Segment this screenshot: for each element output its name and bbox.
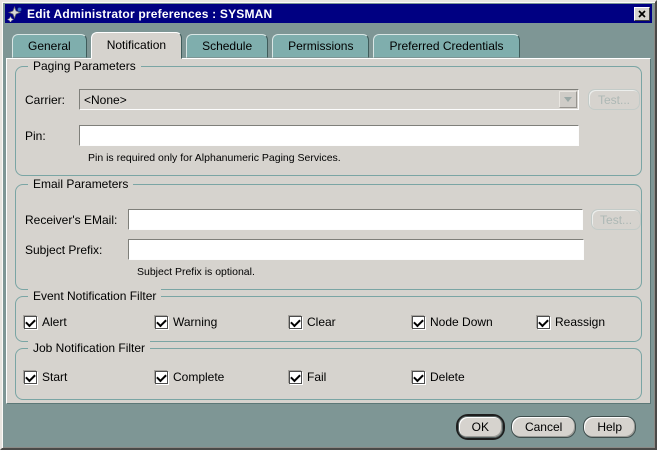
pin-row: Pin:: [16, 125, 641, 146]
checkbox-box-icon[interactable]: [412, 315, 425, 329]
checkbox-label: Delete: [430, 370, 465, 384]
tab-preferred-credentials[interactable]: Preferred Credentials: [373, 34, 520, 58]
checkbox-box-icon[interactable]: [289, 315, 302, 329]
checkbox-box-icon[interactable]: [24, 370, 37, 384]
checkbox-box-icon[interactable]: [155, 370, 168, 384]
carrier-select[interactable]: <None>: [79, 89, 579, 110]
checkbox-label: Node Down: [430, 315, 493, 329]
checkbox-label: Warning: [173, 315, 218, 329]
subject-prefix-input[interactable]: [128, 239, 584, 260]
tab-notification[interactable]: Notification: [90, 32, 183, 59]
carrier-selected-value: <None>: [84, 92, 127, 107]
job-filter-row: Start Complete Fail Delete: [16, 370, 641, 384]
subject-prefix-row: Subject Prefix:: [16, 239, 641, 260]
checkbox-box-icon[interactable]: [155, 315, 168, 329]
titlebar[interactable]: Edit Administrator preferences : SYSMAN: [5, 4, 652, 23]
tab-content-panel: Paging Parameters Carrier: <None> Test..…: [6, 58, 651, 404]
event-notification-filter-group: Event Notification Filter Alert Warning …: [15, 289, 642, 342]
button-bar: OK Cancel Help: [2, 404, 655, 448]
checkbox-reassign[interactable]: Reassign: [537, 315, 605, 329]
receiver-email-label: Receiver's EMail:: [25, 212, 118, 227]
checkbox-box-icon[interactable]: [24, 315, 37, 329]
checkbox-label: Fail: [307, 370, 327, 384]
checkbox-box-icon[interactable]: [289, 370, 302, 384]
tab-general[interactable]: General: [12, 34, 87, 58]
window-title: Edit Administrator preferences : SYSMAN: [27, 6, 273, 21]
carrier-row: Carrier: <None> Test...: [16, 89, 641, 110]
tab-bar: General Notification Schedule Permission…: [2, 23, 655, 59]
paging-parameters-group: Paging Parameters Carrier: <None> Test..…: [15, 59, 642, 176]
app-icon: [6, 5, 23, 23]
ok-button[interactable]: OK: [457, 416, 503, 438]
checkbox-label: Alert: [42, 315, 67, 329]
carrier-label: Carrier:: [25, 92, 66, 107]
checkbox-box-icon[interactable]: [537, 315, 550, 329]
checkbox-box-icon[interactable]: [412, 370, 425, 384]
checkbox-warning[interactable]: Warning: [155, 315, 289, 329]
pin-note: Pin is required only for Alphanumeric Pa…: [88, 152, 341, 164]
cancel-button[interactable]: Cancel: [510, 416, 577, 438]
close-icon: [638, 9, 646, 18]
event-filter-row: Alert Warning Clear Node Down Reassign: [16, 315, 641, 329]
subject-prefix-note: Subject Prefix is optional.: [137, 266, 255, 278]
checkbox-label: Complete: [173, 370, 225, 384]
email-parameters-group: Email Parameters Receiver's EMail: Test.…: [15, 177, 642, 290]
receiver-email-input[interactable]: [127, 209, 584, 230]
event-filter-legend: Event Notification Filter: [28, 289, 162, 303]
subject-prefix-label: Subject Prefix:: [25, 242, 103, 257]
tab-schedule[interactable]: Schedule: [186, 34, 269, 58]
dropdown-arrow-icon[interactable]: [559, 91, 577, 108]
job-notification-filter-group: Job Notification Filter Start Complete F…: [15, 341, 642, 400]
checkbox-label: Clear: [307, 315, 336, 329]
checkbox-label: Start: [42, 370, 68, 384]
job-filter-legend: Job Notification Filter: [28, 341, 151, 355]
tab-permissions[interactable]: Permissions: [272, 34, 370, 58]
checkbox-node-down[interactable]: Node Down: [412, 315, 537, 329]
pin-label: Pin:: [25, 128, 46, 143]
checkbox-complete[interactable]: Complete: [155, 370, 289, 384]
paging-test-button[interactable]: Test...: [588, 89, 640, 110]
checkbox-fail[interactable]: Fail: [289, 370, 412, 384]
email-parameters-legend: Email Parameters: [28, 177, 134, 191]
checkbox-label: Reassign: [555, 315, 606, 329]
paging-parameters-legend: Paging Parameters: [28, 59, 141, 73]
email-test-button[interactable]: Test...: [591, 209, 641, 230]
checkbox-start[interactable]: Start: [24, 370, 155, 384]
checkbox-delete[interactable]: Delete: [412, 370, 537, 384]
checkbox-clear[interactable]: Clear: [289, 315, 412, 329]
dialog-window: Edit Administrator preferences : SYSMAN …: [0, 0, 657, 450]
checkbox-alert[interactable]: Alert: [24, 315, 155, 329]
close-button[interactable]: [634, 6, 650, 21]
receiver-email-row: Receiver's EMail: Test...: [16, 209, 641, 230]
pin-input[interactable]: [79, 125, 579, 146]
ok-default-ring: OK: [455, 414, 505, 440]
help-button[interactable]: Help: [583, 416, 636, 438]
